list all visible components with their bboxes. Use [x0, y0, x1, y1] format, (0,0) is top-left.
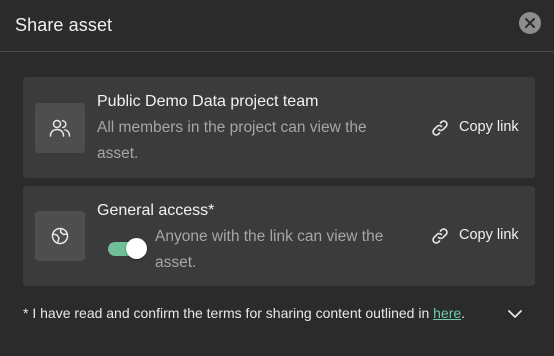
copy-link-label: Copy link — [459, 119, 519, 135]
project-team-description: All members in the project can view the … — [97, 119, 367, 162]
globe-icon — [51, 227, 69, 245]
general-access-title: General access* — [97, 202, 215, 219]
project-team-title: Public Demo Data project team — [97, 93, 319, 110]
copy-link-label: Copy link — [459, 227, 519, 243]
terms-notice: * I have read and confirm the terms for … — [23, 305, 465, 321]
share-asset-dialog: Share asset Public Demo Data project tea… — [0, 0, 554, 356]
general-access-description: Anyone with the link can view the asset. — [155, 228, 384, 271]
general-access-toggle[interactable] — [108, 238, 147, 259]
terms-suffix: . — [461, 305, 466, 321]
dialog-title: Share asset — [15, 15, 113, 35]
toggle-knob — [126, 238, 147, 259]
link-icon — [432, 228, 448, 244]
close-icon — [525, 18, 535, 28]
terms-text: * I have read and confirm the terms for … — [23, 305, 434, 321]
close-button[interactable] — [519, 12, 541, 34]
dialog-header: Share asset — [0, 0, 554, 52]
expand-terms-button[interactable] — [506, 307, 524, 321]
general-access-card: General access* Anyone with the link can… — [23, 186, 535, 286]
terms-link[interactable]: here — [433, 305, 461, 321]
project-team-card: Public Demo Data project team All member… — [23, 77, 535, 178]
general-access-icon-box — [35, 211, 85, 261]
users-icon — [49, 119, 71, 137]
project-team-icon-box — [35, 103, 85, 153]
chevron-down-icon — [508, 310, 522, 318]
link-icon — [432, 120, 448, 136]
